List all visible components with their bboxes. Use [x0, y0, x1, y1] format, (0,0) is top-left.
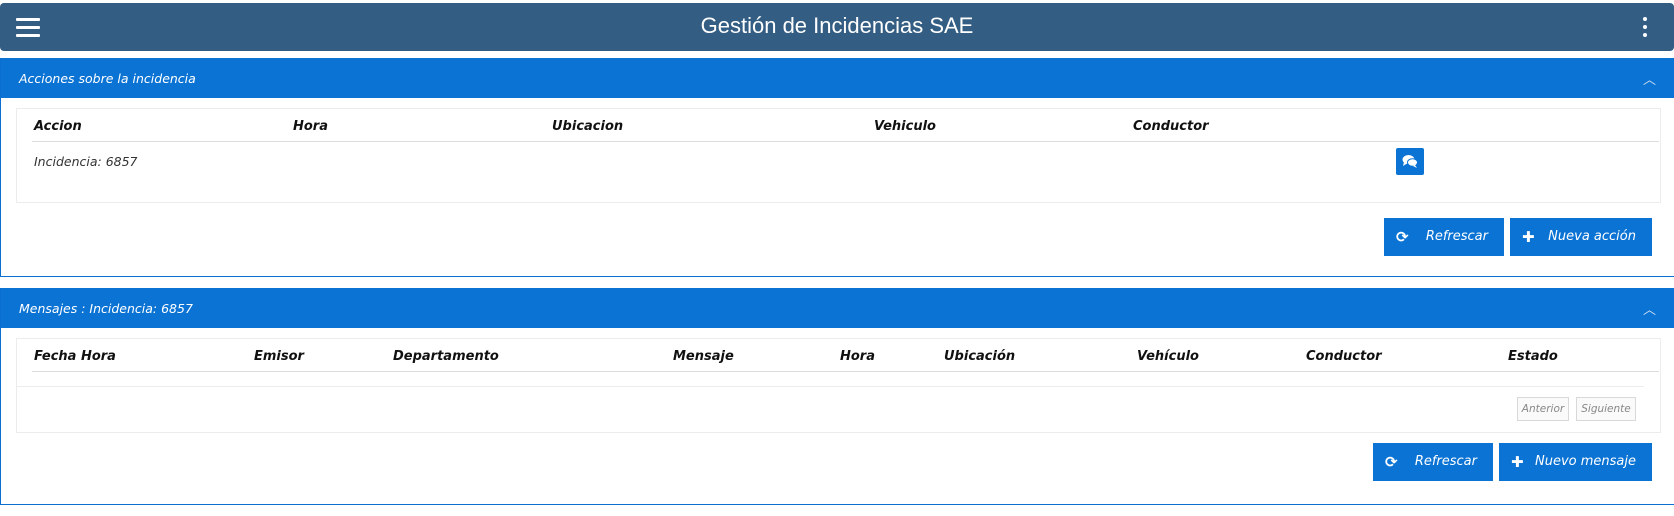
mensajes-panel: Mensajes : Incidencia: 6857 ︿ Fecha Hora…	[0, 288, 1674, 505]
col-header-conductor[interactable]: Conductor	[1133, 119, 1209, 134]
col-header-emisor[interactable]: Emisor	[254, 349, 304, 364]
mensajes-panel-title: Mensajes : Incidencia: 6857	[19, 301, 193, 316]
acciones-panel-header[interactable]: Acciones sobre la incidencia ︿	[1, 58, 1674, 98]
col-header-mensaje[interactable]: Mensaje	[673, 349, 734, 364]
messages-button[interactable]	[1396, 148, 1424, 175]
refresh-icon: ⟳	[1396, 228, 1409, 246]
acciones-panel: Acciones sobre la incidencia ︿ Accion Ho…	[0, 58, 1674, 277]
col-header-vehiculo[interactable]: Vehiculo	[874, 119, 936, 134]
pager-next-button[interactable]: Siguiente	[1576, 397, 1636, 421]
col-header-ubicacion[interactable]: Ubicación	[944, 349, 1015, 364]
empty-table-divider	[17, 386, 1644, 387]
col-header-accion[interactable]: Accion	[34, 119, 82, 134]
plus-icon: ✚	[1522, 228, 1535, 246]
col-header-vehiculo[interactable]: Vehículo	[1137, 349, 1199, 364]
refrescar-mensajes-button[interactable]: ⟳ Refrescar	[1373, 443, 1493, 481]
col-header-hora[interactable]: Hora	[840, 349, 875, 364]
chevron-up-icon[interactable]: ︿	[1643, 299, 1656, 318]
refresh-icon: ⟳	[1385, 453, 1398, 471]
refrescar-acciones-button[interactable]: ⟳ Refrescar	[1384, 218, 1504, 256]
acciones-table: Accion Hora Ubicacion Vehiculo Conductor…	[16, 108, 1661, 203]
col-header-hora[interactable]: Hora	[293, 119, 328, 134]
col-header-ubicacion[interactable]: Ubicacion	[552, 119, 623, 134]
col-header-estado[interactable]: Estado	[1508, 349, 1558, 364]
nuevo-mensaje-button[interactable]: ✚ Nuevo mensaje	[1499, 443, 1652, 481]
mensajes-table: Fecha Hora Emisor Departamento Mensaje H…	[16, 338, 1661, 433]
more-vertical-icon[interactable]	[1640, 17, 1650, 41]
nueva-accion-button[interactable]: ✚ Nueva acción	[1510, 218, 1652, 256]
app-title: Gestión de Incidencias SAE	[700, 13, 974, 38]
mensajes-panel-header[interactable]: Mensajes : Incidencia: 6857 ︿	[1, 288, 1674, 328]
acciones-panel-title: Acciones sobre la incidencia	[19, 71, 196, 86]
header-divider	[32, 141, 1659, 142]
accion-cell: Incidencia: 6857	[34, 154, 138, 169]
header-divider	[32, 371, 1659, 372]
app-header: Gestión de Incidencias SAE	[0, 3, 1674, 57]
col-header-departamento[interactable]: Departamento	[393, 349, 499, 364]
col-header-fecha-hora[interactable]: Fecha Hora	[34, 349, 116, 364]
col-header-conductor[interactable]: Conductor	[1306, 349, 1382, 364]
pager-prev-button[interactable]: Anterior	[1517, 397, 1569, 421]
chevron-up-icon[interactable]: ︿	[1643, 69, 1656, 88]
comments-icon	[1402, 155, 1418, 168]
plus-icon: ✚	[1511, 453, 1524, 471]
